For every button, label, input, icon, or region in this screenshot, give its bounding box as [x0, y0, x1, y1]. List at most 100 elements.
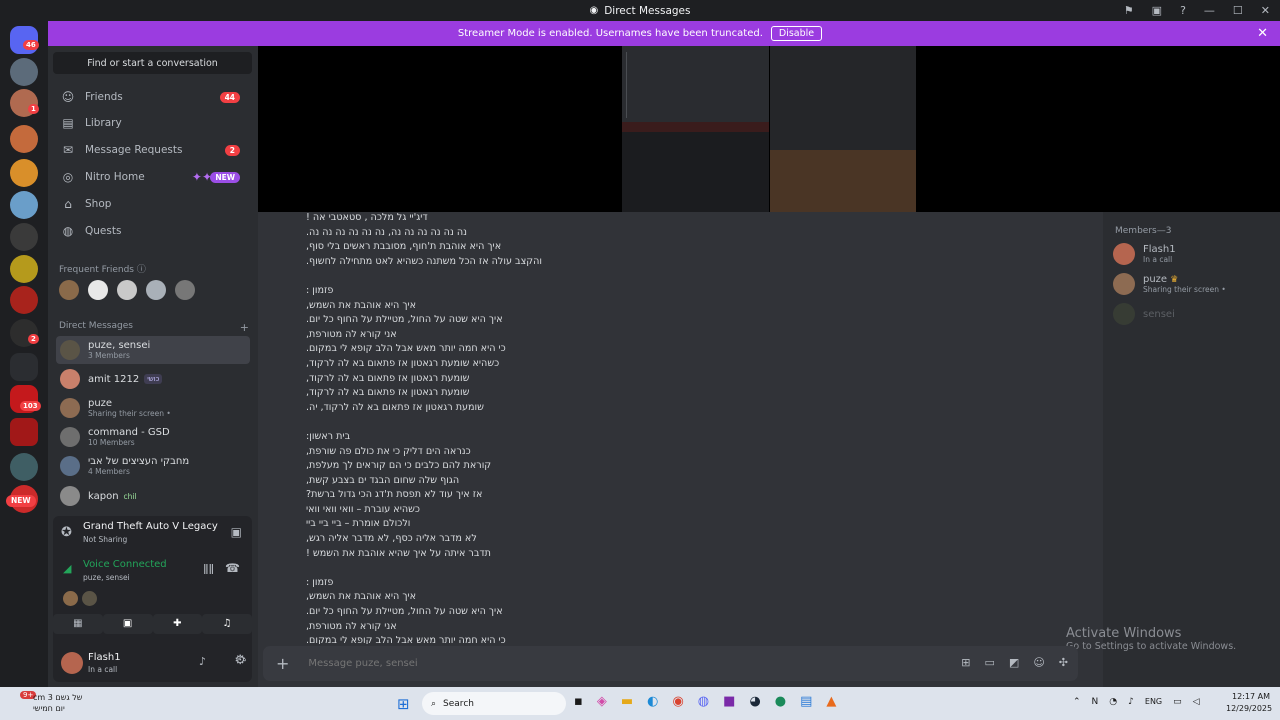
- dm-item[interactable]: מחבקי העציצים של אבי 4 Members: [56, 452, 250, 480]
- create-dm-icon[interactable]: +: [240, 321, 249, 334]
- server-icon[interactable]: [10, 58, 38, 86]
- nav-message-requests[interactable]: ✉ Message Requests 2: [56, 137, 250, 163]
- volume-icon[interactable]: ◁: [1193, 697, 1200, 707]
- clock-time[interactable]: 12:17 AM: [1232, 692, 1270, 701]
- dm-item[interactable]: puze Sharing their screen •: [56, 394, 250, 422]
- weather-line2: יום חמישי: [33, 704, 65, 713]
- dm-item[interactable]: puze, sensei 3 Members: [56, 336, 250, 364]
- folder-icon[interactable]: [10, 353, 38, 381]
- direct-messages-header: Direct Messages +: [59, 321, 249, 334]
- stream-viewer[interactable]: [258, 46, 1280, 212]
- system-tray: ⌃ N ◔ ♪ ENG ▭ ◁: [1073, 697, 1200, 707]
- task-view-icon[interactable]: ▪: [574, 694, 583, 709]
- message-line: כי היא חמה יותר מאש אבל הלב קופא לי במקו…: [306, 635, 506, 644]
- close-banner-icon[interactable]: ✕: [1257, 26, 1268, 41]
- server-icon[interactable]: [10, 453, 38, 481]
- nav-shop[interactable]: ⌂ Shop: [56, 191, 250, 217]
- clock-date[interactable]: 12/29/2025: [1226, 704, 1272, 713]
- message-line: והקצב עולה אז הכל משתנה כשהיא לאט מתחילה…: [306, 255, 542, 267]
- gif-icon[interactable]: ▭: [985, 656, 995, 669]
- user-avatar[interactable]: [61, 652, 83, 674]
- network-icon[interactable]: ▭: [1173, 697, 1182, 707]
- server-icon[interactable]: [10, 418, 38, 446]
- find-conversation-button[interactable]: Find or start a conversation: [53, 52, 252, 74]
- server-list: 46 1 2 103 NEW: [0, 21, 48, 687]
- noise-suppression-icon[interactable]: ǁǁ: [203, 562, 214, 575]
- message-input[interactable]: [306, 657, 907, 670]
- emoji-icon[interactable]: ☺: [1033, 656, 1044, 669]
- nav-label: Friends: [85, 91, 123, 103]
- avatar: [60, 486, 80, 506]
- nav-quests[interactable]: ◍ Quests: [56, 218, 250, 244]
- disconnect-icon[interactable]: ☎: [225, 561, 240, 575]
- dm-item[interactable]: kapon chil: [56, 482, 250, 510]
- app-tray-icon[interactable]: N: [1092, 697, 1099, 707]
- message-line: איך היא אוהבת את השמש,: [306, 591, 417, 603]
- edge-icon[interactable]: ◐: [647, 694, 658, 709]
- disable-button[interactable]: Disable: [770, 26, 823, 41]
- server-icon[interactable]: [10, 286, 38, 314]
- maximize-button[interactable]: ☐: [1233, 4, 1243, 17]
- taskbar-search[interactable]: ⌕ Search: [422, 692, 566, 715]
- file-explorer-icon[interactable]: ▬: [621, 694, 633, 709]
- notepad-icon[interactable]: ▤: [800, 694, 812, 709]
- member-item[interactable]: sensei: [1113, 303, 1175, 325]
- message-line: נה נה נה נה נה נה, נה נה נה נה נה נה.: [306, 226, 467, 238]
- member-item[interactable]: puze ♛ Sharing their screen •: [1113, 273, 1226, 295]
- nav-label: Quests: [85, 225, 122, 237]
- nzxt-icon[interactable]: ■: [723, 694, 735, 709]
- server-icon[interactable]: [10, 255, 38, 283]
- member-sub: In a call: [1143, 255, 1173, 264]
- dm-item[interactable]: command - GSD 10 Members: [56, 423, 250, 451]
- help-icon[interactable]: ?: [1180, 4, 1186, 17]
- inbox-icon[interactable]: ⚑: [1124, 4, 1134, 17]
- avatar[interactable]: [59, 280, 79, 300]
- server-icon[interactable]: [10, 223, 38, 251]
- server-icon[interactable]: [10, 191, 38, 219]
- avatar[interactable]: [146, 280, 166, 300]
- add-attachment-icon[interactable]: +: [276, 654, 289, 673]
- start-icon[interactable]: ⊞: [397, 695, 410, 713]
- chrome-icon[interactable]: ◉: [672, 694, 683, 709]
- steam-icon[interactable]: ◕: [749, 694, 760, 709]
- nav-friends[interactable]: ☺ Friends 44: [56, 84, 250, 110]
- dm-item[interactable]: amit 1212 כושי: [56, 365, 250, 393]
- copilot-icon[interactable]: ◈: [597, 694, 607, 709]
- avatar[interactable]: [175, 280, 195, 300]
- apps-icon[interactable]: ✣: [1059, 656, 1068, 669]
- screen-icon[interactable]: ▣: [1152, 4, 1162, 17]
- app-icon[interactable]: ▲: [826, 694, 836, 709]
- server-icon[interactable]: [10, 125, 38, 153]
- language-indicator[interactable]: ENG: [1145, 697, 1162, 707]
- nav-nitro-home[interactable]: ◎ Nitro Home ✦✦ NEW: [56, 164, 250, 190]
- taskbar: 9+ של גשם 3 cm יום חמישי ⊞ ⌕ Search ▪ ◈ ▬…: [0, 687, 1280, 720]
- sticker-icon[interactable]: ◩: [1009, 656, 1019, 669]
- friends-count-badge: 44: [219, 91, 240, 103]
- gift-icon[interactable]: ⊞: [961, 656, 970, 669]
- screen-share-icon[interactable]: ▣: [102, 614, 153, 634]
- server-icon[interactable]: [10, 159, 38, 187]
- avatar[interactable]: [88, 280, 108, 300]
- member-list: Members—3 Flash1 In a call puze ♛ Sharing …: [1103, 212, 1280, 687]
- section-label: Direct Messages: [59, 321, 133, 331]
- nav-library[interactable]: ▤ Library: [56, 110, 250, 136]
- member-item[interactable]: Flash1 In a call: [1113, 243, 1176, 265]
- mic-tray-icon[interactable]: ♪: [1128, 697, 1134, 707]
- wifi-tray-icon[interactable]: ◔: [1109, 697, 1117, 707]
- message-line: כי היא חמה יותר מאש אבל הלב קופא לי במקו…: [306, 343, 506, 355]
- minimize-button[interactable]: —: [1204, 4, 1215, 17]
- settings-icon[interactable]: ⚙: [234, 653, 246, 668]
- activities-icon[interactable]: ✚: [152, 614, 203, 634]
- share-screen-icon[interactable]: ▣: [231, 525, 242, 539]
- video-off-icon[interactable]: ▦: [53, 614, 103, 634]
- avatar[interactable]: [117, 280, 137, 300]
- microphone-icon[interactable]: ♪: [199, 655, 206, 668]
- dm-sub: Sharing their screen •: [88, 409, 171, 418]
- discord-taskbar-icon[interactable]: ◍: [698, 694, 709, 709]
- chevron-up-icon[interactable]: ⌃: [1073, 697, 1081, 707]
- search-label: Search: [443, 698, 474, 709]
- weather-line1[interactable]: של גשם 3 cm: [33, 693, 82, 702]
- app-icon[interactable]: ●: [775, 694, 786, 709]
- soundboard-icon[interactable]: ♫: [202, 614, 252, 634]
- close-button[interactable]: ✕: [1261, 4, 1270, 17]
